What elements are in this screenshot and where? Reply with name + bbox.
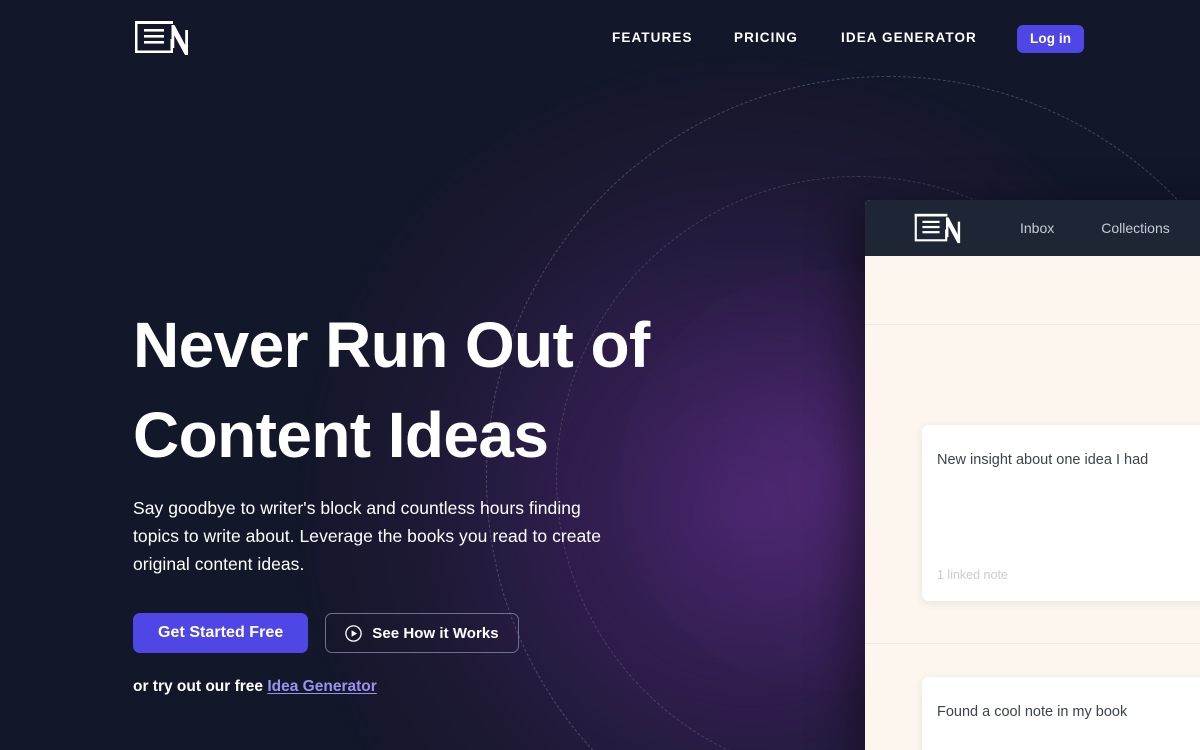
idea-generator-callout: or try out our free Idea Generator [133, 678, 693, 696]
app-ten-logo-icon[interactable] [913, 212, 961, 245]
note-card-meta: 1 linked note [937, 568, 1008, 582]
hero-subtitle: Say goodbye to writer's block and countl… [133, 498, 602, 574]
site-logo[interactable] [133, 19, 189, 57]
get-started-free-button[interactable]: Get Started Free [133, 613, 309, 653]
idea-generator-link[interactable]: Idea Generator [267, 678, 376, 695]
see-how-it-works-button[interactable]: See How it Works [325, 613, 519, 653]
note-card[interactable]: Found a cool note in my book [922, 677, 1200, 750]
app-preview-window: Inbox Collections Insights New insight a… [865, 200, 1200, 750]
app-nav: Inbox Collections Insights [1007, 213, 1200, 243]
top-navigation-bar: FEATURES PRICING IDEA GENERATOR Log in [0, 0, 1200, 76]
hero-section: Never Run Out of Content Ideas Say goodb… [133, 300, 693, 696]
login-button[interactable]: Log in [1017, 25, 1085, 53]
nav-item-features[interactable]: FEATURES [612, 30, 693, 45]
nav-item-idea-generator[interactable]: IDEA GENERATOR [841, 30, 977, 45]
see-how-it-works-label: See How it Works [372, 624, 499, 642]
ten-document-logo-icon [135, 21, 188, 55]
nav-item-pricing[interactable]: PRICING [734, 30, 798, 45]
note-card-title: New insight about one idea I had [937, 452, 1149, 468]
landing-page: FEATURES PRICING IDEA GENERATOR Log in I… [0, 0, 1200, 750]
play-circle-icon [345, 624, 363, 642]
app-tab-inbox[interactable]: Inbox [1007, 213, 1067, 243]
app-tab-collections[interactable]: Collections [1088, 213, 1182, 243]
app-header: Inbox Collections Insights [865, 200, 1200, 256]
app-divider-middle [865, 643, 1200, 644]
app-body: New insight about one idea I had 1 linke… [865, 256, 1200, 750]
app-divider-top [865, 324, 1200, 325]
idea-generator-prefix: or try out our free [133, 678, 268, 695]
note-card-title: Found a cool note in my book [937, 704, 1128, 720]
cta-row: Get Started Free See How it Works [133, 613, 693, 653]
page-title: Never Run Out of Content Ideas [133, 309, 650, 471]
note-card[interactable]: New insight about one idea I had 1 linke… [922, 425, 1200, 601]
